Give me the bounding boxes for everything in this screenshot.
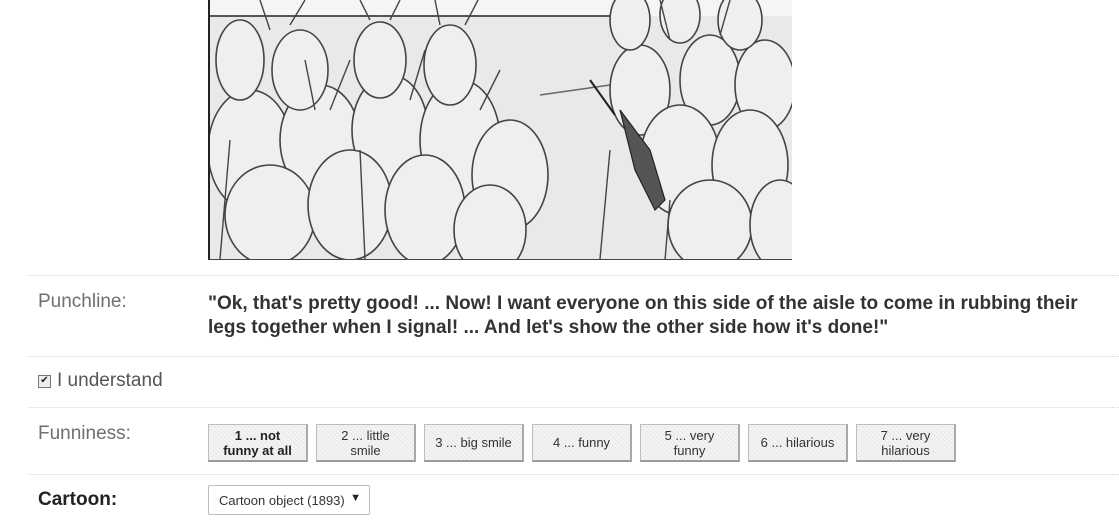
funniness-button-7[interactable]: 7 ... very hilarious bbox=[856, 424, 956, 462]
funniness-button-label: 4 ... funny bbox=[552, 435, 611, 450]
row-divider bbox=[28, 275, 1119, 276]
punchline-text: "Ok, that's pretty good! ... Now! I want… bbox=[208, 293, 1078, 338]
funniness-button-label: smile bbox=[350, 442, 381, 458]
cartoon-select-value: Cartoon object (1893) bbox=[219, 492, 345, 508]
funniness-button-5[interactable]: 5 ... very funny bbox=[640, 424, 740, 462]
row-divider bbox=[28, 474, 1119, 475]
funniness-button-label: funny bbox=[673, 442, 706, 458]
cartoon-select[interactable]: Cartoon object (1893) ▼ bbox=[208, 485, 370, 515]
understand-checkbox-row[interactable]: ✔ I understand bbox=[38, 370, 163, 392]
row-divider bbox=[28, 407, 1119, 408]
funniness-button-label: 1 ... not bbox=[234, 427, 281, 443]
funniness-button-label: 5 ... very bbox=[664, 427, 715, 443]
funniness-button-label: 3 ... big smile bbox=[435, 435, 512, 450]
funniness-button-6[interactable]: 6 ... hilarious bbox=[748, 424, 848, 462]
funniness-button-label: 6 ... hilarious bbox=[760, 435, 835, 450]
punchline-label: Punchline: bbox=[38, 291, 127, 312]
funniness-button-label: hilarious bbox=[881, 442, 930, 458]
funniness-buttons: 1 ... not funny at all 2 ... little smile … bbox=[208, 424, 956, 462]
funniness-button-4[interactable]: 4 ... funny bbox=[532, 424, 632, 462]
understand-label[interactable]: I understand bbox=[57, 370, 163, 392]
row-divider bbox=[28, 356, 1119, 357]
funniness-button-label: 2 ... little bbox=[341, 427, 390, 443]
funniness-label: Funniness: bbox=[38, 423, 131, 444]
funniness-button-3[interactable]: 3 ... big smile bbox=[424, 424, 524, 462]
understand-checkbox[interactable]: ✔ bbox=[38, 374, 51, 388]
funniness-button-label: 7 ... very bbox=[880, 427, 931, 443]
chevron-down-icon: ▼ bbox=[350, 492, 361, 504]
funniness-button-2[interactable]: 2 ... little smile bbox=[316, 424, 416, 462]
funniness-button-label: funny at all bbox=[223, 442, 292, 458]
funniness-button-1[interactable]: 1 ... not funny at all bbox=[208, 424, 308, 462]
cartoon-image bbox=[208, 0, 792, 260]
cartoon-drawing-icon bbox=[210, 0, 792, 259]
cartoon-label: Cartoon: bbox=[38, 489, 118, 510]
